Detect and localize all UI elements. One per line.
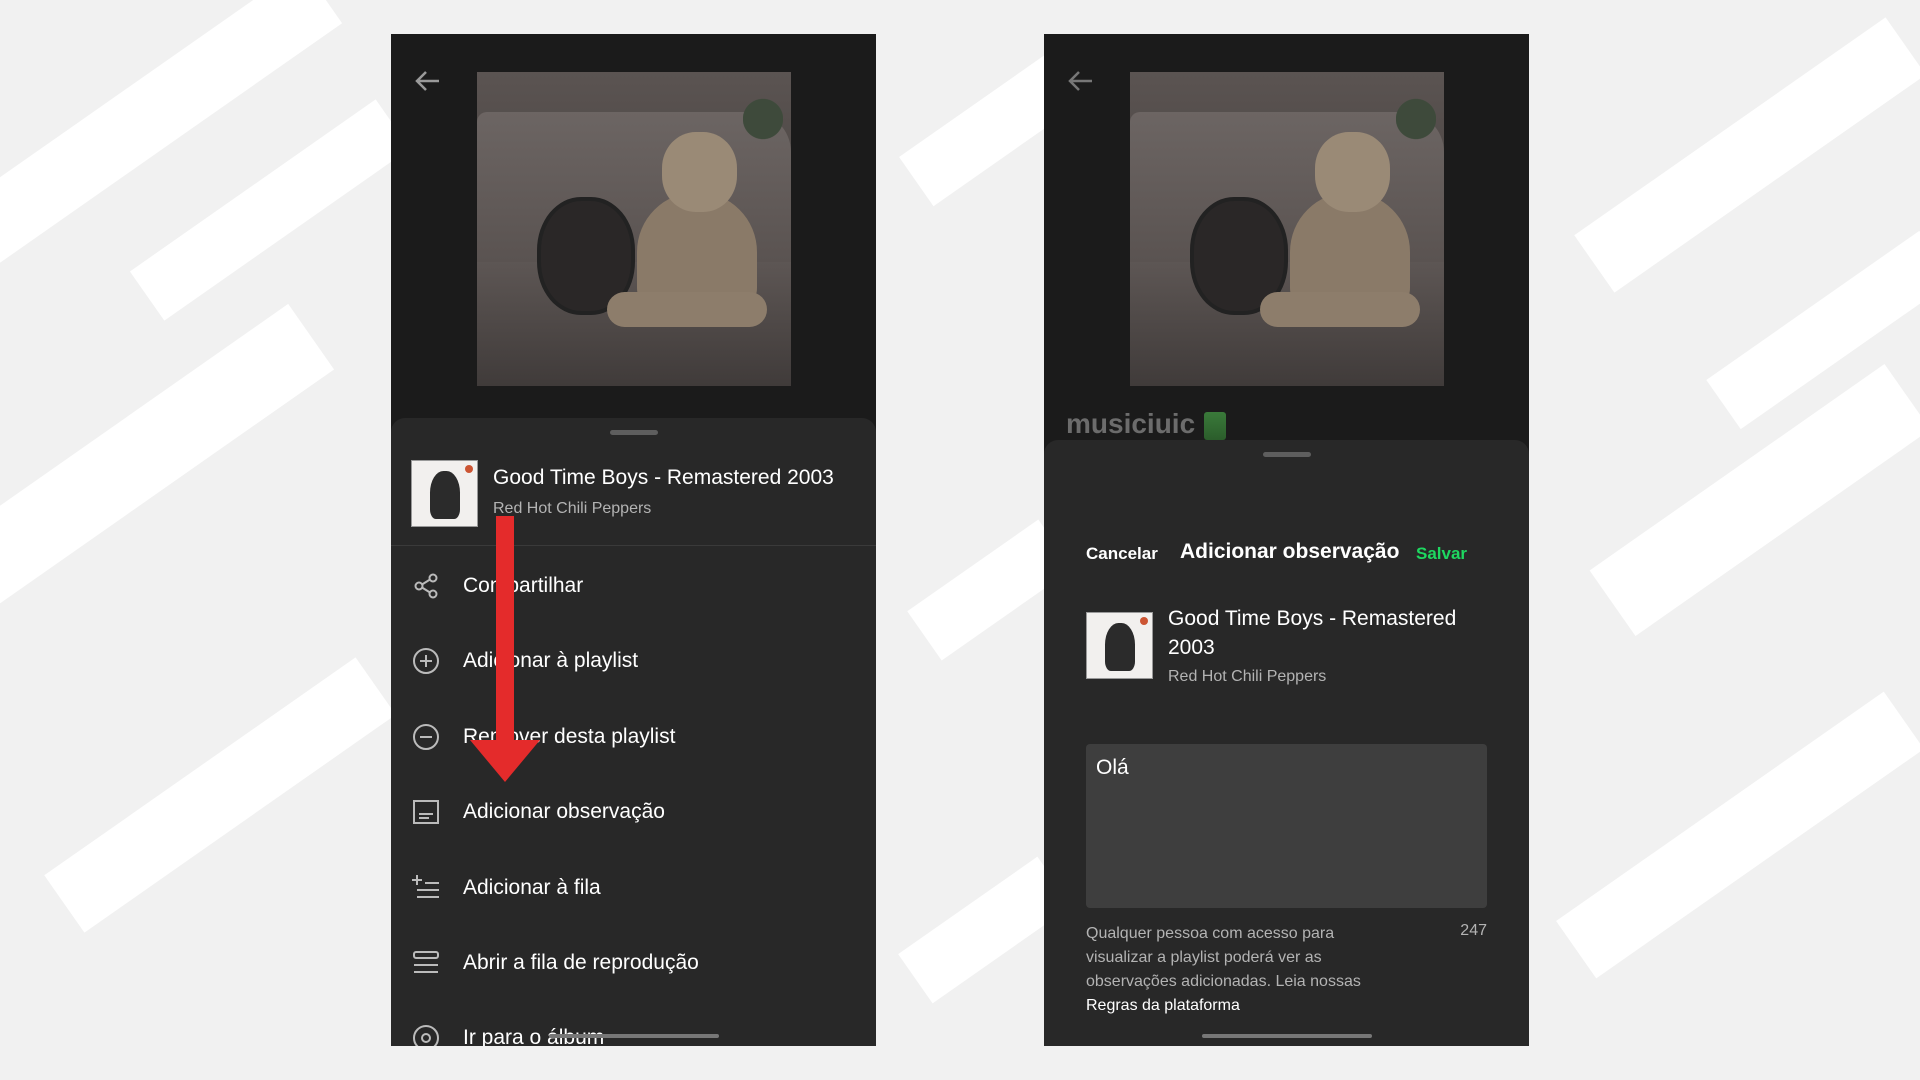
song-header: Good Time Boys - Remastered 2003 Red Hot… (1086, 604, 1495, 694)
song-title: Good Time Boys - Remastered 2003 (493, 466, 834, 489)
menu-item-add-to-queue[interactable]: Adicionar à fila (411, 868, 866, 908)
playlist-cover-image (1130, 72, 1444, 386)
menu-item-add-to-playlist[interactable]: Adicionar à playlist (411, 641, 866, 681)
queue-add-icon (412, 875, 439, 898)
song-artist: Red Hot Chili Peppers (1168, 668, 1327, 685)
save-button[interactable]: Salvar (1416, 544, 1467, 564)
menu-item-go-to-album[interactable]: Ir para o álbum (411, 1018, 866, 1046)
home-indicator (1201, 1034, 1372, 1038)
annotation-arrow-head (470, 740, 540, 782)
drag-handle[interactable] (609, 430, 658, 435)
drink-icon (1204, 412, 1226, 440)
note-input[interactable]: Olá (1086, 744, 1487, 908)
menu-item-add-note[interactable]: Adicionar observação (411, 792, 866, 832)
album-thumbnail (411, 460, 478, 527)
profile-name: musiciuic (1066, 408, 1196, 439)
song-header: Good Time Boys - Remastered 2003 Red Hot… (411, 460, 866, 527)
album-icon (413, 1025, 439, 1046)
cancel-button[interactable]: Cancelar (1086, 544, 1158, 564)
queue-icon (413, 951, 439, 973)
playlist-cover-image (477, 72, 791, 386)
sheet-title: Adicionar observação (1180, 540, 1400, 563)
disclaimer-text: Qualquer pessoa com acesso para visualiz… (1086, 925, 1361, 1014)
phone-screen-right: musiciuic Cancelar Adicionar observação … (1044, 34, 1529, 1046)
album-thumbnail (1086, 612, 1153, 679)
back-arrow-icon[interactable] (1066, 66, 1096, 96)
home-indicator (548, 1034, 719, 1038)
annotation-arrow-shaft (496, 516, 514, 746)
note-icon (413, 800, 439, 824)
song-title: Good Time Boys - Remastered 2003 (1168, 607, 1457, 659)
phone-screen-left: Good Time Boys - Remastered 2003 Red Hot… (391, 34, 876, 1046)
menu-item-open-queue[interactable]: Abrir a fila de reprodução (411, 943, 866, 983)
add-note-sheet: Cancelar Adicionar observação Salvar Goo… (1044, 440, 1529, 1046)
background-pattern (0, 0, 1920, 1080)
divider (391, 545, 876, 546)
menu-item-share[interactable]: Compartilhar (411, 566, 866, 606)
plus-circle-icon (413, 648, 439, 674)
drag-handle[interactable] (1262, 452, 1311, 457)
context-menu-sheet: Good Time Boys - Remastered 2003 Red Hot… (391, 418, 876, 1046)
sheet-header: Cancelar Adicionar observação Salvar (1086, 540, 1487, 570)
platform-rules-link[interactable]: Regras da plataforma (1086, 997, 1240, 1014)
back-arrow-icon[interactable] (413, 66, 443, 96)
share-icon (414, 573, 438, 599)
character-counter: 247 (1460, 922, 1487, 939)
minus-circle-icon (413, 724, 439, 750)
song-artist: Red Hot Chili Peppers (493, 500, 652, 517)
